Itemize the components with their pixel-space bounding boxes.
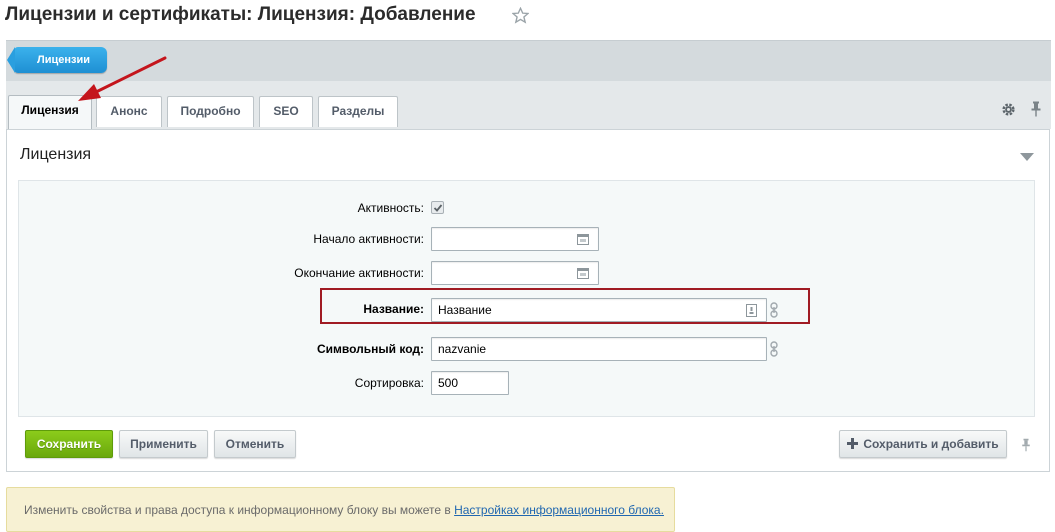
plus-icon <box>847 438 858 449</box>
link-icon[interactable] <box>770 341 778 357</box>
end-date-label: Окончание активности: <box>294 266 424 280</box>
page-title: Лицензии и сертификаты: Лицензия: Добавл… <box>5 4 476 25</box>
arrow-annotation <box>78 56 167 101</box>
info-notice: Изменить свойства и права доступа к инфо… <box>6 487 675 532</box>
section-title: Лицензия <box>20 146 92 163</box>
save-and-add-button[interactable]: Сохранить и добавить <box>839 430 1007 458</box>
pin-icon[interactable] <box>1021 437 1031 453</box>
keyboard-icon[interactable] <box>746 304 757 317</box>
calendar-icon[interactable] <box>577 267 589 279</box>
code-label: Символьный код: <box>316 342 424 356</box>
apply-button[interactable]: Применить <box>119 430 208 458</box>
tab-seo[interactable]: SEO <box>259 96 313 127</box>
link-icon[interactable] <box>770 302 778 318</box>
iblock-settings-link[interactable]: Настройках информационного блока. <box>454 503 664 517</box>
tab-details[interactable]: Подробно <box>167 96 254 127</box>
start-date-input[interactable] <box>431 227 599 251</box>
collapse-icon[interactable] <box>1019 152 1035 162</box>
end-date-input[interactable] <box>431 261 599 285</box>
sort-input[interactable] <box>431 371 509 395</box>
tab-sections[interactable]: Разделы <box>318 96 398 127</box>
active-label: Активность: <box>357 201 424 215</box>
check-icon <box>433 204 443 212</box>
code-input[interactable] <box>431 337 767 361</box>
start-date-label: Начало активности: <box>313 232 424 246</box>
notice-text: Изменить свойства и права доступа к инфо… <box>24 503 455 517</box>
save-button[interactable]: Сохранить <box>25 430 113 458</box>
name-label: Название: <box>363 302 424 316</box>
pin-icon[interactable] <box>1030 101 1042 117</box>
calendar-icon[interactable] <box>577 233 589 245</box>
star-icon[interactable] <box>512 7 529 24</box>
sort-label: Сортировка: <box>354 376 424 390</box>
active-checkbox[interactable] <box>431 201 444 214</box>
cancel-button[interactable]: Отменить <box>214 430 296 458</box>
gear-icon[interactable] <box>1001 102 1016 117</box>
name-input[interactable] <box>431 298 767 322</box>
